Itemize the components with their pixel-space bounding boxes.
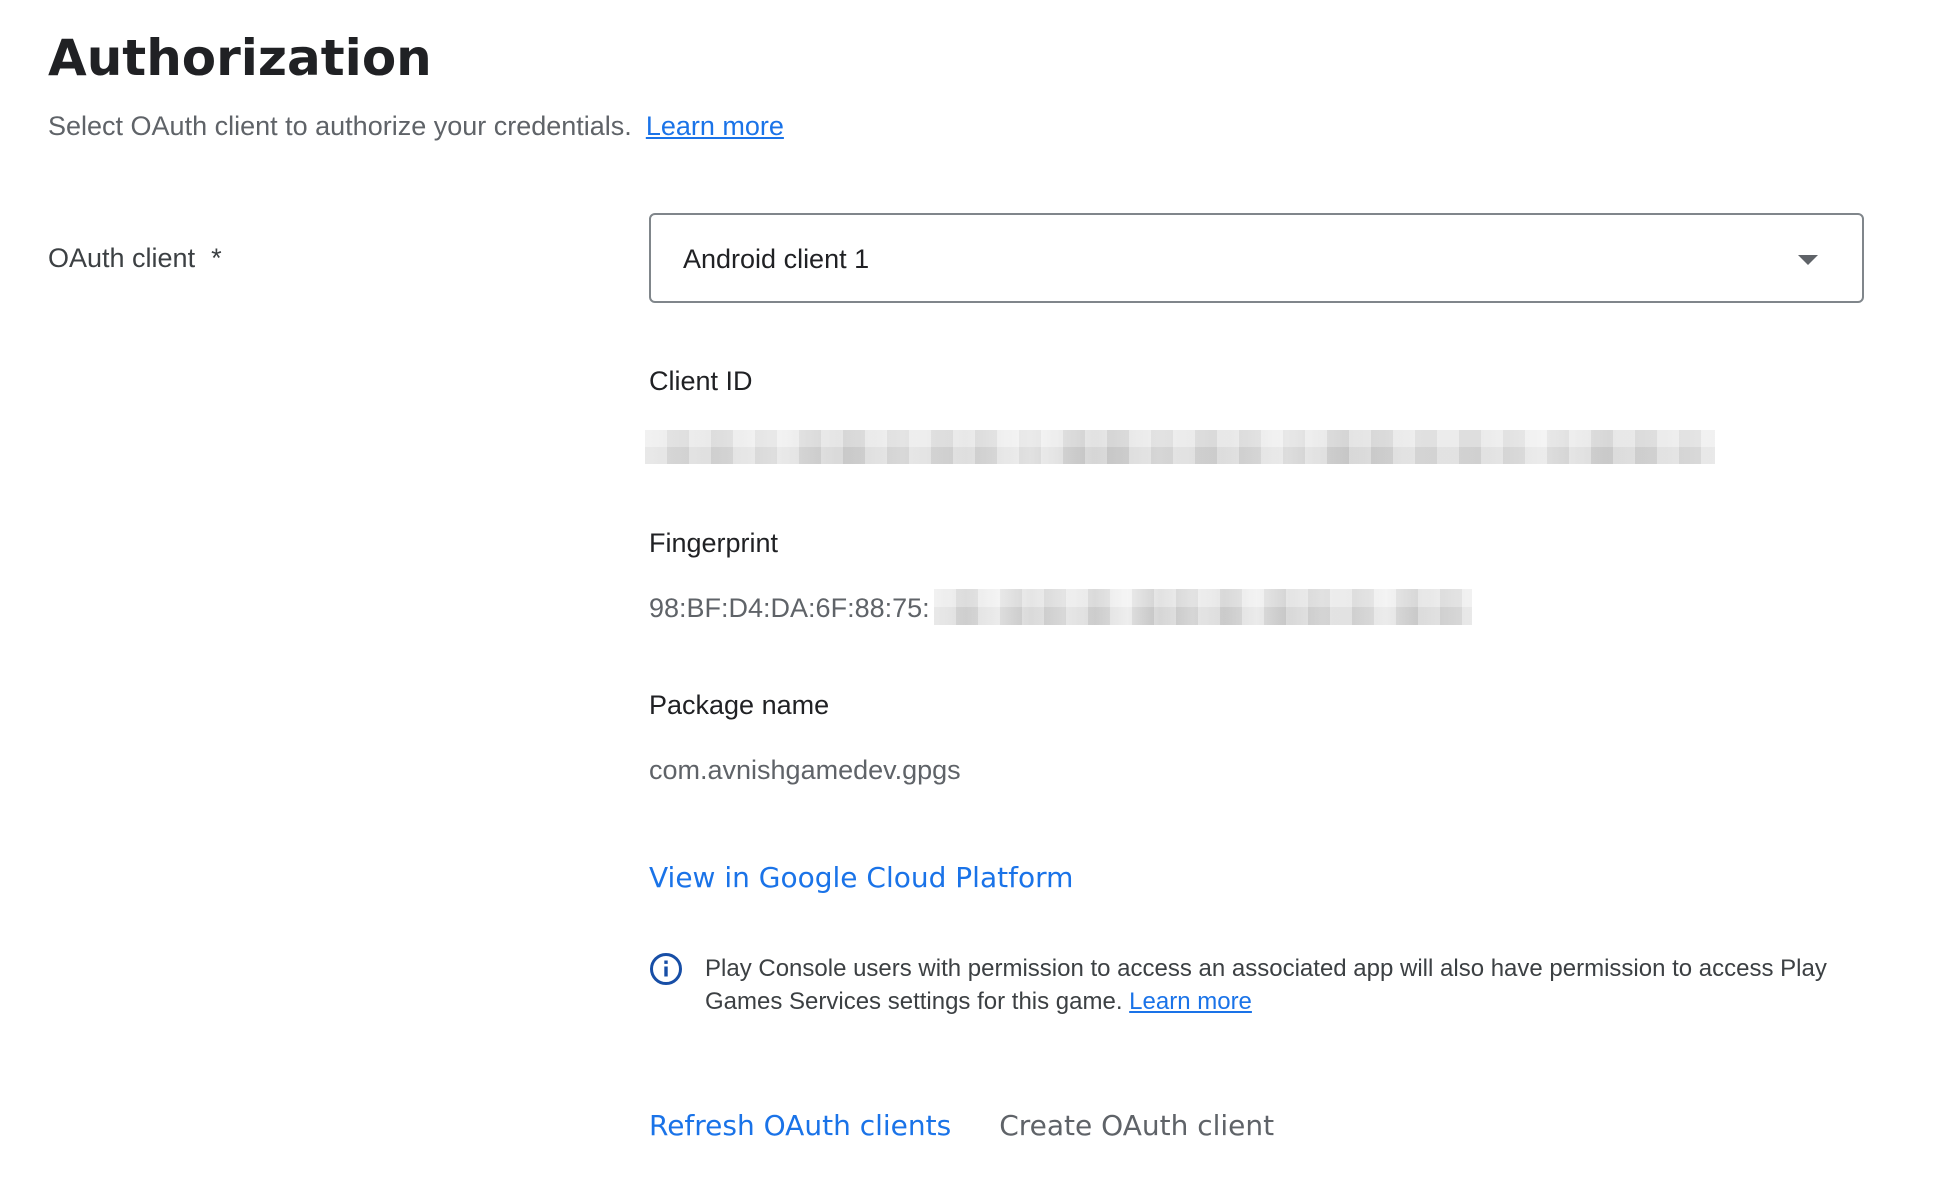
fingerprint-label: Fingerprint — [649, 528, 779, 558]
oauth-client-selected-value: Android client 1 — [683, 244, 870, 274]
client-id-label: Client ID — [649, 366, 753, 396]
fingerprint-redacted — [934, 589, 1472, 625]
info-text: Play Console users with permission to ac… — [705, 952, 1865, 1018]
fingerprint-value: 98:BF:D4:DA:6F:88:75: — [649, 593, 930, 623]
required-mark: * — [211, 243, 222, 273]
oauth-client-select[interactable]: Android client 1 — [649, 213, 1864, 303]
subtitle-text: Select OAuth client to authorize your cr… — [48, 111, 632, 141]
action-bar: Refresh OAuth clients Create OAuth client — [649, 1108, 1274, 1144]
info-icon — [650, 953, 682, 985]
learn-more-link[interactable]: Learn more — [646, 111, 784, 141]
dropdown-arrow-icon — [1798, 255, 1818, 265]
view-in-gcp-link[interactable]: View in Google Cloud Platform — [649, 860, 1073, 896]
page-subtitle: Select OAuth client to authorize your cr… — [48, 108, 784, 144]
package-name-label: Package name — [649, 690, 830, 720]
package-name-value: com.avnishgamedev.gpgs — [649, 755, 961, 785]
create-oauth-client-button[interactable]: Create OAuth client — [999, 1108, 1274, 1144]
refresh-oauth-clients-button[interactable]: Refresh OAuth clients — [649, 1108, 951, 1144]
oauth-client-label-text: OAuth client — [48, 243, 196, 273]
client-id-redacted — [645, 430, 1715, 464]
info-learn-more-link[interactable]: Learn more — [1129, 988, 1252, 1015]
info-message: Play Console users with permission to ac… — [705, 955, 1827, 1015]
oauth-client-label: OAuth client * — [48, 240, 222, 276]
page-title: Authorization — [48, 29, 432, 87]
